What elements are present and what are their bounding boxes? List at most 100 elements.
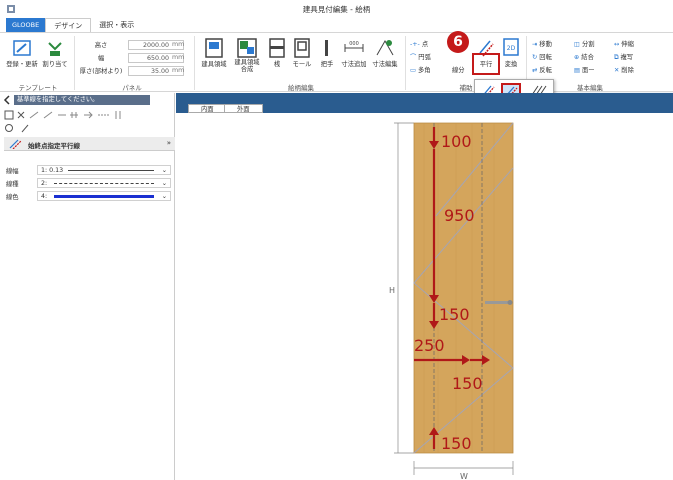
- copy-label: 複写: [620, 54, 634, 61]
- convert-button[interactable]: 2D 変換: [500, 37, 522, 68]
- delete-button[interactable]: ✕ 削除: [614, 65, 634, 74]
- door-drawing: 100 950 150 250 150 150 H W: [389, 122, 514, 480]
- line-color-value: 4:: [41, 193, 48, 200]
- mold-button[interactable]: モール: [289, 37, 315, 68]
- thickness-unit: mm: [172, 67, 185, 74]
- dimension-edit-button[interactable]: 寸法編集: [369, 37, 401, 68]
- line-type-value: 2:: [41, 180, 48, 187]
- face-button[interactable]: ▤ 面ー: [574, 65, 595, 74]
- dimension-edit-label: 寸法編集: [372, 61, 398, 68]
- snap-toolbar-icons[interactable]: [4, 109, 169, 121]
- line-type-row: 線種 2: ⌄: [4, 178, 174, 188]
- handle-button[interactable]: 把手: [315, 37, 339, 68]
- frame-label: 桟: [273, 61, 281, 68]
- ribbon: 登録・更新 割り当て テンプレート 高さ 2000.00 mm 幅 650.00…: [0, 32, 673, 92]
- height-unit: mm: [172, 41, 185, 48]
- join-label: 結合: [581, 54, 594, 61]
- ribbon-tabs: GLOOBE デザイン 選択・表示: [0, 18, 673, 32]
- svg-text:000: 000: [349, 41, 359, 47]
- step-badge: 6: [447, 31, 469, 53]
- line-segment-label: 線分: [452, 67, 465, 74]
- door-area-button[interactable]: 建具領域: [198, 37, 230, 68]
- handle-label: 把手: [320, 61, 334, 68]
- height-label: 高さ: [94, 42, 108, 49]
- dim-label: 150: [452, 374, 483, 393]
- group-panel: パネル: [122, 84, 142, 92]
- app-window: 建具見付編集 - 絵柄 GLOOBE デザイン 選択・表示 登録・更新 割り当て…: [0, 0, 673, 480]
- frame-button[interactable]: 桟: [265, 37, 289, 68]
- dim-label: 950: [444, 206, 475, 225]
- polygon-label: 多角: [417, 67, 431, 74]
- line-segment-button[interactable]: 線分: [452, 65, 465, 74]
- tab-outside[interactable]: 外面: [224, 104, 263, 113]
- move-button[interactable]: ⇥ 移動: [532, 39, 552, 48]
- width-label: 幅: [97, 55, 105, 62]
- register-icon: [13, 40, 31, 56]
- line-width-label: 線幅: [6, 168, 19, 175]
- point-icon: -+-: [410, 41, 420, 48]
- line-type-select[interactable]: 2: ⌄: [37, 178, 171, 188]
- dimension-add-button[interactable]: 000 寸法追加: [339, 37, 369, 68]
- drawing-area[interactable]: 内面 外面 100 950 150 250 150 150 H W: [176, 93, 673, 480]
- polygon-button[interactable]: ▭ 多角: [410, 65, 431, 74]
- pick-icons[interactable]: [4, 123, 34, 133]
- start-end-parallel-icon: [9, 139, 22, 149]
- line-color-row: 線色 4: ⌄: [4, 191, 174, 201]
- rotate-button[interactable]: ↻ 回転: [532, 52, 552, 61]
- parallel-button-highlight: [472, 53, 500, 75]
- move-label: 移動: [539, 41, 552, 48]
- split-button[interactable]: ◫ 分割: [574, 39, 595, 48]
- register-label: 登録・更新: [6, 61, 38, 68]
- chevron-down-icon: ⌄: [161, 193, 167, 200]
- extend-button[interactable]: ↔ 伸縮: [614, 39, 634, 48]
- line-width-row: 線幅 1: 0.13 ⌄: [4, 165, 174, 175]
- door-panel: [414, 123, 513, 453]
- tab-file[interactable]: GLOOBE: [6, 18, 46, 32]
- rotate-label: 回転: [539, 54, 552, 61]
- point-button[interactable]: -+- 点: [410, 39, 428, 48]
- delete-icon: ✕: [614, 67, 620, 74]
- reverse-label: 反転: [539, 67, 552, 74]
- arc-label: 円弧: [418, 54, 431, 61]
- copy-button[interactable]: ⧉ 複写: [614, 52, 633, 62]
- line-color-select[interactable]: 4: ⌄: [37, 191, 171, 201]
- door-area-label: 建具領域: [201, 61, 227, 68]
- line-width-preview: [68, 170, 154, 171]
- face-icon: ▤: [574, 67, 580, 74]
- reverse-button[interactable]: ⇄ 反転: [532, 65, 552, 74]
- width-unit: mm: [172, 54, 185, 61]
- assign-icon: [48, 42, 62, 56]
- height-label: H: [389, 286, 395, 295]
- assign-button[interactable]: 割り当て: [40, 39, 70, 68]
- tab-design[interactable]: デザイン: [45, 18, 92, 32]
- tab-view[interactable]: 選択・表示: [91, 18, 142, 32]
- window-title: 建具見付編集 - 絵柄: [302, 5, 371, 14]
- back-icon[interactable]: [2, 95, 12, 105]
- thickness-label: 厚さ(部材より): [79, 68, 123, 75]
- point-label: 点: [421, 41, 429, 48]
- rotate-icon: ↻: [532, 54, 538, 61]
- property-title: 始終点指定平行線: [28, 142, 80, 150]
- dim-label: 150: [439, 305, 470, 324]
- command-prompt: 基準線を指定してください。: [14, 95, 150, 105]
- handle-icon: [325, 40, 328, 56]
- arc-button[interactable]: ⌒ 円弧: [410, 52, 431, 61]
- move-icon: ⇥: [532, 41, 538, 48]
- line-color-swatch: [54, 195, 154, 198]
- delete-label: 削除: [621, 67, 634, 74]
- line-width-select[interactable]: 1: 0.13 ⌄: [37, 165, 171, 175]
- join-button[interactable]: ⊕ 結合: [574, 52, 594, 61]
- chevron-down-icon: ⌄: [161, 167, 167, 174]
- join-icon: ⊕: [574, 54, 580, 61]
- assign-label: 割り当て: [42, 61, 68, 68]
- split-label: 分割: [581, 41, 595, 48]
- line-type-preview: [54, 183, 154, 184]
- collapse-icon[interactable]: »: [167, 139, 171, 147]
- line-type-label: 線種: [6, 181, 19, 188]
- mold-label: モール: [292, 61, 312, 68]
- tab-inside[interactable]: 内面: [188, 104, 227, 113]
- door-area-composite-button[interactable]: 建具領域 合成: [230, 37, 264, 73]
- dimension-add-label: 寸法追加: [341, 61, 367, 68]
- register-update-button[interactable]: 登録・更新: [4, 39, 40, 68]
- door-handle: [485, 301, 509, 304]
